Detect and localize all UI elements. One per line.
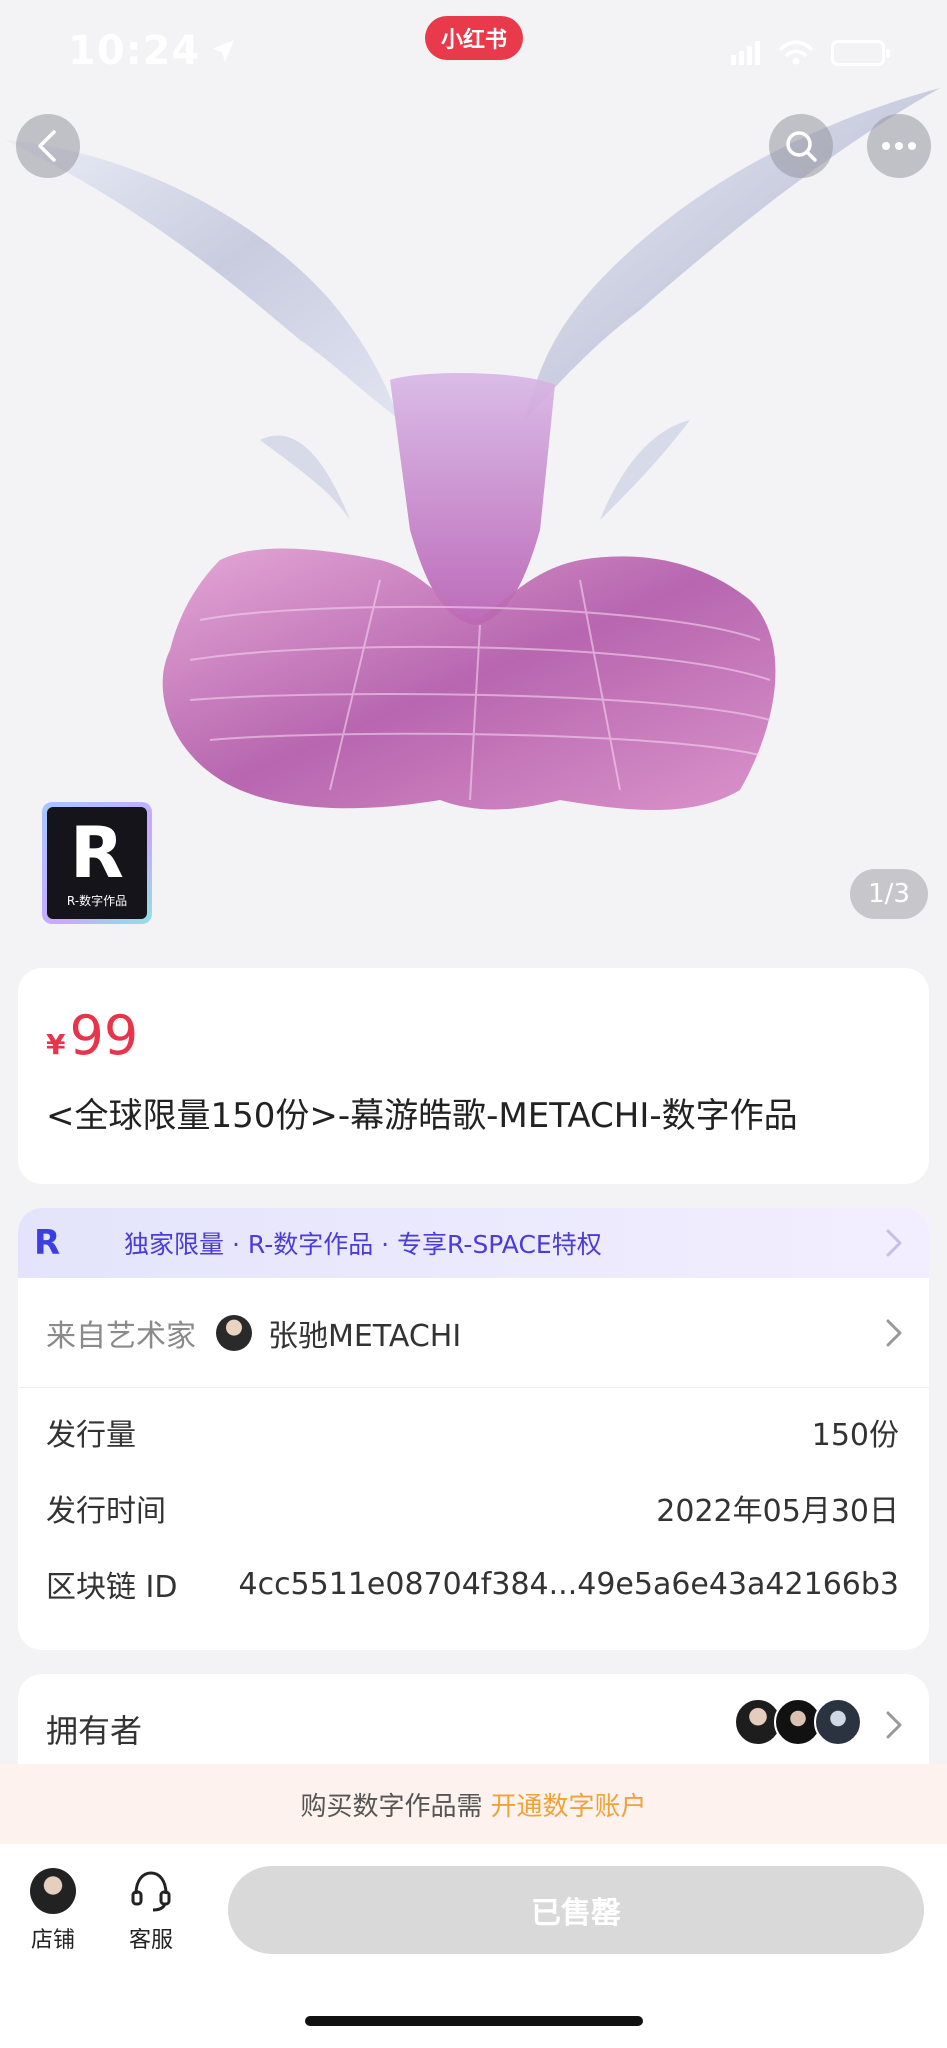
badge-letter: R: [70, 811, 124, 894]
artist-row[interactable]: 来自艺术家 张驰METACHI: [18, 1278, 929, 1388]
detail-row: 区块链 ID 4cc5511e08704f384...49e5a6e43a421…: [18, 1546, 929, 1622]
location-arrow-icon: [212, 40, 235, 62]
status-icons: [731, 40, 890, 66]
detail-row: 发行时间 2022年05月30日: [18, 1470, 929, 1546]
signal-icon: [731, 41, 760, 65]
owners-label: 拥有者: [46, 1712, 143, 1750]
open-account-link[interactable]: 开通数字账户: [491, 1786, 647, 1823]
home-indicator: [305, 2016, 643, 2026]
wifi-icon: [779, 40, 813, 65]
product-title: <全球限量150份>-幕游皓歌-METACHI-数字作品: [46, 1096, 798, 1136]
owners-row[interactable]: 拥有者: [18, 1674, 929, 1774]
chevron-right-icon: [886, 1319, 902, 1346]
detail-value: 2022年05月30日: [656, 1494, 899, 1529]
artist-label: 来自艺术家: [46, 1318, 196, 1354]
banner-text: 独家限量 · R-数字作品 · 专享R-SPACE特权: [124, 1230, 602, 1259]
service-label: 客服: [128, 1928, 173, 1953]
privilege-banner[interactable]: R 独家限量 · R-数字作品 · 专享R-SPACE特权: [18, 1208, 929, 1278]
info-card: R 独家限量 · R-数字作品 · 专享R-SPACE特权 来自艺术家 张驰ME…: [18, 1208, 929, 1650]
currency-symbol: ¥: [46, 1028, 66, 1061]
shop-button[interactable]: 店铺: [30, 1868, 76, 1954]
status-time: 10:24: [68, 28, 236, 74]
artist-name: 张驰METACHI: [268, 1318, 462, 1354]
image-counter: 1/3: [850, 869, 928, 919]
price-card: ¥ 99 <全球限量150份>-幕游皓歌-METACHI-数字作品: [18, 968, 929, 1184]
artist-avatar: [216, 1314, 252, 1351]
detail-label: 发行量: [46, 1418, 136, 1453]
search-icon: [786, 131, 817, 162]
detail-row: 发行量 150份: [18, 1394, 929, 1470]
detail-label: 发行时间: [46, 1494, 166, 1529]
shop-label: 店铺: [30, 1928, 75, 1953]
back-button[interactable]: [16, 114, 80, 178]
detail-label: 区块链 ID: [46, 1570, 178, 1605]
app-badge[interactable]: 小红书: [425, 16, 523, 60]
product-image-gallery[interactable]: R R-数字作品 1/3: [0, 0, 947, 945]
sold-out-button[interactable]: 已售罄: [228, 1866, 924, 1954]
customer-service-button[interactable]: 客服: [128, 1868, 174, 1954]
badge-caption: R-数字作品: [66, 893, 128, 908]
chevron-right-icon: [886, 1229, 902, 1257]
battery-icon: [831, 40, 890, 66]
shop-avatar: [30, 1868, 76, 1914]
headset-icon: [131, 1871, 171, 1912]
account-notice: 购买数字作品需 开通数字账户: [0, 1764, 947, 1844]
more-button[interactable]: [867, 114, 931, 178]
time-text: 10:24: [68, 28, 201, 74]
notice-text: 购买数字作品需: [300, 1791, 483, 1822]
price-value: 99: [69, 1004, 139, 1067]
r-digital-badge: R R-数字作品: [42, 802, 152, 924]
price: ¥ 99: [46, 1004, 138, 1067]
detail-value: 150份: [811, 1418, 899, 1453]
r-logo-icon: R: [34, 1223, 61, 1263]
chevron-left-icon: [38, 130, 56, 162]
chevron-right-icon: [886, 1711, 902, 1739]
search-button[interactable]: [769, 114, 833, 178]
owner-avatars: [734, 1698, 862, 1746]
more-dots-icon: [882, 142, 916, 150]
blockchain-id: 4cc5511e08704f384...49e5a6e43a42166b3: [238, 1566, 899, 1602]
owner-avatar: [814, 1698, 862, 1746]
status-bar: 10:24 小红书: [0, 0, 947, 110]
